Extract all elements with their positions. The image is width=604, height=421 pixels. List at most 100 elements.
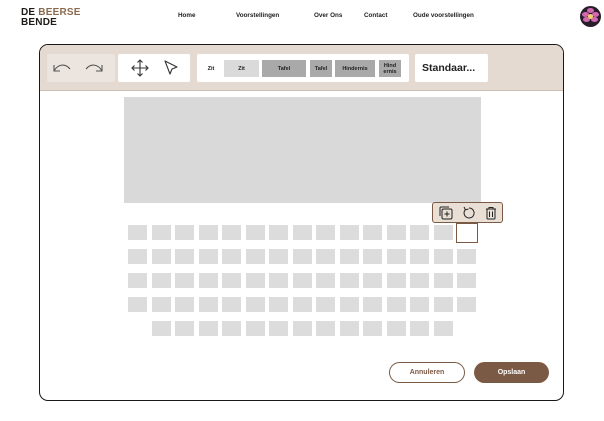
seat[interactable] (316, 249, 335, 264)
seat[interactable] (293, 249, 312, 264)
seat[interactable] (434, 321, 453, 336)
type-chip-tafel[interactable]: Tafel (262, 60, 306, 77)
seat[interactable] (363, 321, 382, 336)
seat[interactable] (246, 249, 265, 264)
seat[interactable] (316, 273, 335, 288)
seat[interactable] (340, 249, 359, 264)
seat[interactable] (222, 273, 241, 288)
seat[interactable] (434, 225, 453, 240)
seat[interactable] (316, 297, 335, 312)
duplicate-button[interactable] (438, 205, 454, 221)
seat[interactable] (222, 249, 241, 264)
type-chip-zit[interactable]: Zit (201, 60, 221, 77)
seat[interactable] (410, 249, 429, 264)
seat[interactable] (199, 297, 218, 312)
seat[interactable] (387, 249, 406, 264)
seat-grid (128, 223, 480, 341)
move-tool-button[interactable] (129, 57, 151, 79)
seat[interactable] (434, 249, 453, 264)
seat[interactable] (410, 225, 429, 240)
brand-logo[interactable]: DE BEERSE BENDE (21, 8, 81, 28)
user-avatar[interactable] (580, 6, 601, 27)
seat[interactable] (410, 321, 429, 336)
save-button[interactable]: Opslaan (474, 362, 549, 383)
seat[interactable] (387, 321, 406, 336)
type-chip-hindernis[interactable]: Hindernis (335, 60, 375, 77)
nav-over-ons[interactable]: Over Ons (314, 12, 342, 19)
seat[interactable] (457, 297, 476, 312)
seat[interactable] (363, 273, 382, 288)
seat[interactable] (128, 225, 147, 240)
rotate-button[interactable] (461, 205, 477, 221)
seat[interactable] (175, 225, 194, 240)
seat-selected[interactable] (456, 223, 478, 243)
seat[interactable] (175, 297, 194, 312)
seat[interactable] (387, 225, 406, 240)
seat[interactable] (293, 225, 312, 240)
seat[interactable] (175, 321, 194, 336)
seat[interactable] (246, 297, 265, 312)
seat[interactable] (340, 273, 359, 288)
seat[interactable] (293, 297, 312, 312)
seat[interactable] (128, 249, 147, 264)
seat[interactable] (128, 297, 147, 312)
seat[interactable] (199, 321, 218, 336)
nav-oude-voorstellingen[interactable]: Oude voorstellingen (413, 12, 474, 19)
seat[interactable] (152, 225, 171, 240)
seat[interactable] (269, 273, 288, 288)
nav-home[interactable]: Home (178, 12, 196, 19)
undo-button[interactable] (51, 57, 73, 79)
seat[interactable] (363, 297, 382, 312)
seat[interactable] (246, 225, 265, 240)
seat[interactable] (222, 297, 241, 312)
type-chip-hindernis-small[interactable]: Hind ernis (379, 60, 401, 77)
seat[interactable] (410, 273, 429, 288)
redo-button[interactable] (83, 57, 105, 79)
stage-area[interactable] (124, 97, 481, 203)
seat[interactable] (128, 273, 147, 288)
type-chip-zit-wide[interactable]: Zit (224, 60, 259, 77)
seat[interactable] (434, 273, 453, 288)
seat[interactable] (246, 273, 265, 288)
seat[interactable] (199, 225, 218, 240)
seat[interactable] (387, 273, 406, 288)
seat[interactable] (293, 321, 312, 336)
seat[interactable] (175, 249, 194, 264)
seat[interactable] (199, 273, 218, 288)
type-chip-tafel-small[interactable]: Tafel (310, 60, 332, 77)
seat[interactable] (340, 297, 359, 312)
seat[interactable] (387, 297, 406, 312)
seat[interactable] (175, 273, 194, 288)
seat[interactable] (246, 321, 265, 336)
seat[interactable] (152, 321, 171, 336)
select-tool-button[interactable] (160, 57, 182, 79)
seat[interactable] (222, 225, 241, 240)
seat[interactable] (269, 225, 288, 240)
seat[interactable] (316, 321, 335, 336)
seat[interactable] (434, 297, 453, 312)
seat[interactable] (152, 297, 171, 312)
seat[interactable] (457, 249, 476, 264)
seat[interactable] (199, 249, 218, 264)
layout-mode-dropdown[interactable]: Standaar... (415, 54, 488, 82)
seat[interactable] (340, 321, 359, 336)
seat[interactable] (340, 225, 359, 240)
seat[interactable] (222, 321, 241, 336)
seat[interactable] (269, 297, 288, 312)
nav-contact[interactable]: Contact (364, 12, 387, 19)
seat[interactable] (363, 225, 382, 240)
seat[interactable] (363, 249, 382, 264)
seat[interactable] (152, 273, 171, 288)
seat[interactable] (293, 273, 312, 288)
seat[interactable] (269, 249, 288, 264)
delete-button[interactable] (483, 205, 499, 221)
selection-toolbar (432, 202, 503, 223)
seat[interactable] (152, 249, 171, 264)
seat[interactable] (457, 273, 476, 288)
seat[interactable] (316, 225, 335, 240)
nav-voorstellingen[interactable]: Voorstellingen (236, 12, 279, 19)
seating-editor: Zit Zit Tafel Tafel Hindernis Hind ernis… (39, 44, 564, 401)
seat[interactable] (269, 321, 288, 336)
seat[interactable] (410, 297, 429, 312)
cancel-button[interactable]: Annuleren (389, 362, 465, 383)
